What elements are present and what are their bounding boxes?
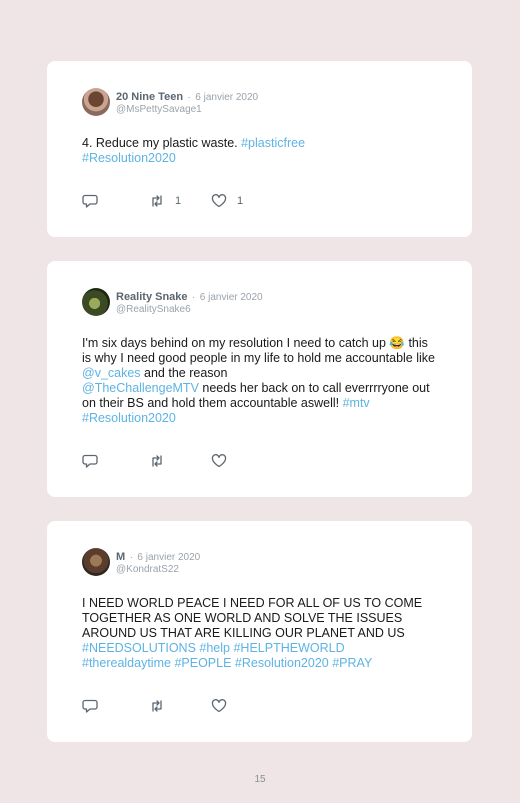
avatar[interactable] <box>82 288 110 316</box>
reply-button[interactable] <box>82 454 149 468</box>
separator: · <box>129 552 133 563</box>
retweet-icon <box>152 195 162 207</box>
tweet-actions <box>82 698 271 714</box>
retweet-button[interactable] <box>149 699 211 713</box>
author-name[interactable]: M <box>116 551 125 563</box>
hashtag-link[interactable]: #PRAY <box>332 656 372 670</box>
tweet-card: 20 Nine Teen · 6 janvier 2020 @MsPettySa… <box>47 61 472 237</box>
heart-icon <box>211 194 227 208</box>
like-button[interactable] <box>211 699 271 713</box>
tweet-text-plain: and the reason <box>140 366 228 380</box>
tweet-text-plain: I NEED WORLD PEACE I NEED FOR ALL OF US … <box>82 596 423 640</box>
like-button[interactable] <box>211 454 271 468</box>
hashtag-link[interactable]: #HELPTHEWORLD <box>233 641 344 655</box>
tweet-meta: M · 6 janvier 2020 @KondratS22 <box>116 548 200 576</box>
tweet-card: M · 6 janvier 2020 @KondratS22 I NEED WO… <box>47 521 472 742</box>
hashtag-link[interactable]: #therealdaytime <box>82 656 171 670</box>
mention-link[interactable]: @v_cakes <box>82 366 141 380</box>
tweet-meta: 20 Nine Teen · 6 janvier 2020 @MsPettySa… <box>116 88 258 116</box>
separator: · <box>187 92 191 103</box>
retweet-button[interactable] <box>149 454 211 468</box>
tweet-text: I'm six days behind on my resolution I n… <box>82 336 437 426</box>
tweet-card: Reality Snake · 6 janvier 2020 @RealityS… <box>47 261 472 497</box>
retweet-count: 1 <box>175 195 182 207</box>
avatar[interactable] <box>82 88 110 116</box>
tweet-text-plain: 4. Reduce my plastic waste. <box>82 136 242 150</box>
hashtag-link[interactable]: #Resolution2020 <box>235 656 329 670</box>
tweet-meta: Reality Snake · 6 janvier 2020 @RealityS… <box>116 288 263 316</box>
retweet-button[interactable]: 1 <box>149 194 211 208</box>
heart-icon <box>211 699 227 713</box>
tweet-date[interactable]: 6 janvier 2020 <box>195 92 258 103</box>
author-handle[interactable]: @MsPettySavage1 <box>116 104 258 116</box>
like-count: 1 <box>237 195 244 207</box>
author-name[interactable]: Reality Snake <box>116 291 188 303</box>
author-name[interactable]: 20 Nine Teen <box>116 91 183 103</box>
heart-icon <box>211 454 227 468</box>
hashtag-link[interactable]: #Resolution2020 <box>82 151 176 165</box>
comment-icon <box>82 454 98 468</box>
hashtag-link[interactable]: #help <box>199 641 230 655</box>
hashtag-link[interactable]: #mtv <box>343 396 370 410</box>
page-number: 15 <box>254 774 266 785</box>
tweet-header: M · 6 janvier 2020 @KondratS22 <box>82 548 200 576</box>
tweet-header: Reality Snake · 6 janvier 2020 @RealityS… <box>82 288 263 316</box>
reply-button[interactable] <box>82 699 149 713</box>
tweet-date[interactable]: 6 janvier 2020 <box>137 552 200 563</box>
like-button[interactable]: 1 <box>211 194 271 208</box>
hashtag-link[interactable]: #NEEDSOLUTIONS <box>82 641 196 655</box>
tweet-date[interactable]: 6 janvier 2020 <box>200 292 263 303</box>
hashtag-link[interactable]: #plasticfree <box>241 136 305 150</box>
tweet-actions <box>82 453 271 469</box>
author-handle[interactable]: @KondratS22 <box>116 564 200 576</box>
tweet-actions: 1 1 <box>82 193 271 209</box>
hashtag-link[interactable]: #Resolution2020 <box>82 411 176 425</box>
separator: · <box>192 292 196 303</box>
comment-icon <box>82 194 98 208</box>
tweet-text: 4. Reduce my plastic waste. #plasticfree… <box>82 136 437 166</box>
mention-link[interactable]: @TheChallengeMTV <box>82 381 199 395</box>
author-handle[interactable]: @RealitySnake6 <box>116 304 263 316</box>
retweet-icon <box>152 455 162 467</box>
retweet-icon <box>152 700 162 712</box>
hashtag-link[interactable]: #PEOPLE <box>174 656 231 670</box>
comment-icon <box>82 699 98 713</box>
tweet-header: 20 Nine Teen · 6 janvier 2020 @MsPettySa… <box>82 88 258 116</box>
reply-button[interactable] <box>82 194 149 208</box>
avatar[interactable] <box>82 548 110 576</box>
tweet-text-plain: I'm six days behind on my resolution I n… <box>82 336 435 365</box>
tweet-text: I NEED WORLD PEACE I NEED FOR ALL OF US … <box>82 596 437 671</box>
